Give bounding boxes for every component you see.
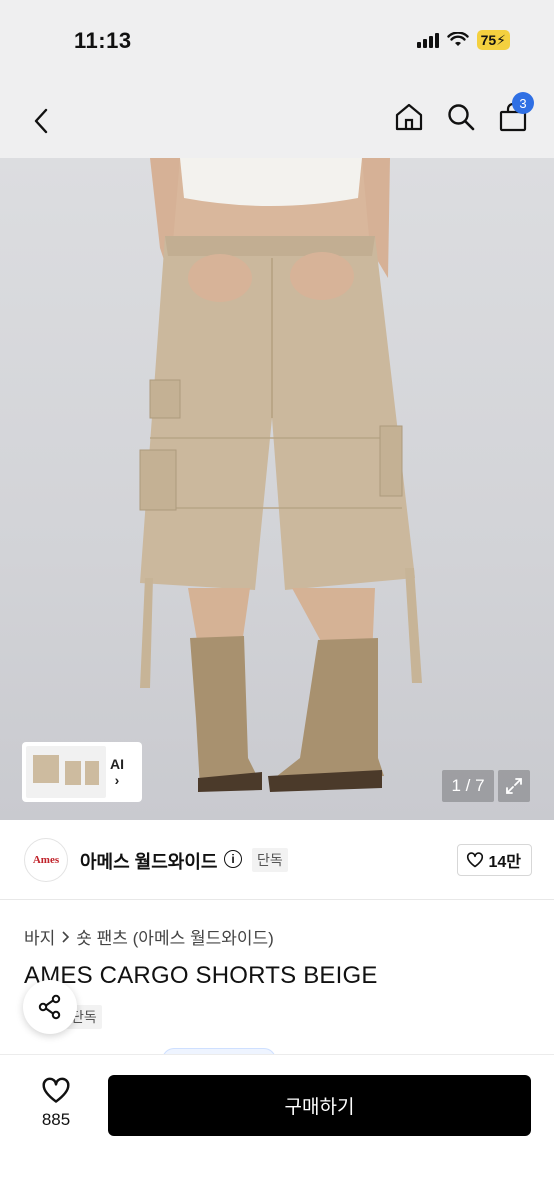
brand-name[interactable]: 아메스 월드와이드: [80, 848, 217, 874]
brand-like-count: 14만: [488, 854, 521, 871]
battery-indicator: 75 ⚡: [476, 30, 510, 50]
exclusive-badge: 단독: [252, 848, 288, 872]
bottom-purchase-bar: 885 구매하기: [0, 1054, 554, 1200]
cart-button[interactable]: 3: [496, 92, 534, 134]
home-button[interactable]: [392, 100, 426, 134]
top-bar: 11:13 75 ⚡ 3: [0, 0, 554, 158]
breadcrumb-item[interactable]: 바지: [24, 924, 55, 949]
ai-label: AI: [110, 756, 124, 772]
back-button[interactable]: [26, 104, 56, 138]
chevron-left-icon: [34, 108, 48, 134]
brand-logo-text: Ames: [32, 854, 60, 866]
home-icon: [395, 103, 423, 131]
cart-count-badge: 3: [512, 92, 534, 114]
heart-icon: [467, 852, 484, 868]
battery-level: 75: [480, 32, 497, 48]
heart-icon: [42, 1077, 70, 1103]
product-image-gallery[interactable]: AI › 1 / 7: [0, 158, 554, 820]
chevron-right-icon: ›: [114, 772, 120, 788]
product-title: AMES CARGO SHORTS BEIGE: [24, 962, 378, 989]
share-button[interactable]: [23, 980, 77, 1034]
share-icon: [38, 994, 61, 1020]
info-icon[interactable]: i: [224, 850, 242, 868]
header-actions: 3: [392, 92, 534, 134]
wishlist-button[interactable]: 885: [30, 1077, 82, 1130]
status-time: 11:13: [74, 28, 132, 53]
ai-thumbnail-card[interactable]: AI ›: [22, 742, 142, 802]
search-button[interactable]: [444, 100, 478, 134]
charging-icon: ⚡: [496, 31, 506, 48]
status-icons: 75 ⚡: [416, 30, 510, 50]
brand-row: Ames 아메스 월드와이드 i 단독 14만: [0, 820, 554, 900]
buy-button[interactable]: 구매하기: [108, 1075, 531, 1136]
chevron-right-icon: [62, 930, 70, 943]
expand-icon: [506, 778, 522, 794]
wishlist-count: 885: [41, 1110, 71, 1129]
image-counter: 1 / 7: [442, 770, 494, 802]
brand-logo[interactable]: Ames: [24, 838, 68, 882]
product-photo: [139, 158, 422, 792]
brand-like-button[interactable]: 14만: [457, 844, 532, 876]
thumbnail-image: [26, 746, 106, 798]
signal-icon: [416, 32, 439, 48]
breadcrumb-item[interactable]: 숏 팬츠 (아메스 월드와이드): [76, 924, 274, 949]
ai-label-group: AI ›: [110, 756, 124, 788]
search-icon: [448, 104, 475, 131]
wifi-icon: [446, 32, 469, 46]
breadcrumb: 바지 숏 팬츠 (아메스 월드와이드): [24, 924, 274, 949]
expand-button[interactable]: [498, 770, 530, 802]
